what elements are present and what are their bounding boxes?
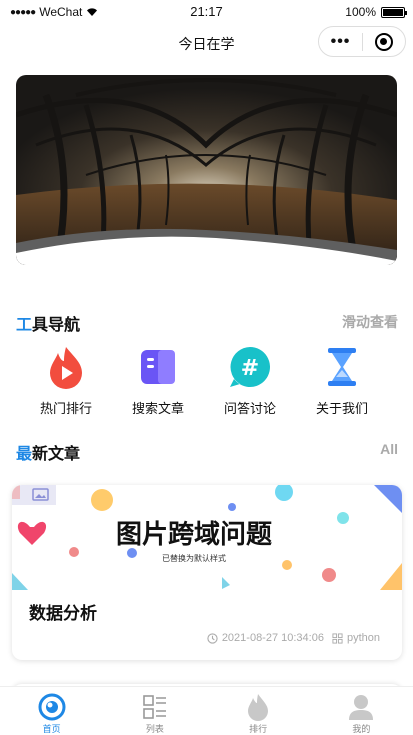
battery-percent: 100% [345,5,376,19]
target-icon [374,32,393,51]
status-bar: ●●●●● WeChat 21:17 100% [0,0,413,24]
hashtag-bubble-icon: # [228,345,272,389]
tool-label: 热门排行 [39,401,92,416]
tab-ranking[interactable]: 排行 [207,687,310,735]
tab-bar: 首页 列表 排行 我的 [0,686,413,735]
tool-label: 关于我们 [315,401,368,416]
article-tag: python [346,632,380,644]
articles-section-title: 最新文章 [16,446,81,463]
mini-program-capsule: ••• [318,26,406,57]
list-icon [103,693,206,721]
tab-label: 排行 [249,724,268,734]
tool-label: 问答讨论 [223,401,276,416]
article-card[interactable]: 图片跨域问题 已替换为默认样式 数据分析 2021-08-27 10:34:06… [12,485,402,660]
tool-qa-discussion[interactable]: # 问答讨论 [210,345,290,417]
svg-text:#: # [241,356,259,381]
tab-label: 首页 [42,724,61,734]
tab-list[interactable]: 列表 [103,687,206,735]
hourglass-icon [320,345,364,389]
banner-image[interactable] [16,75,397,265]
tool-navigation: 热门排行 搜索文章 # 问答讨论 关于我们 [16,345,397,420]
tab-home[interactable]: 首页 [0,687,103,735]
tool-about-us[interactable]: 关于我们 [302,345,382,417]
tools-section-title: 工具导航 [16,317,81,334]
cover-image-subtitle: 已替换为默认样式 [162,553,226,563]
article-datetime: 2021-08-27 10:34:06 [221,632,324,644]
navigation-bar: 今日在学 ••• [0,24,413,64]
close-mini-program-button[interactable] [363,32,405,51]
battery-icon [381,6,407,18]
clock-icon [207,632,218,644]
ellipsis-icon: ••• [330,32,351,50]
article-cover-image: 图片跨域问题 已替换为默认样式 [12,485,402,590]
book-icon [136,345,180,389]
forest-tunnel-photo [16,75,397,265]
article-meta: 2021-08-27 10:34:06 python [207,632,380,644]
user-icon [310,693,413,721]
tab-label: 列表 [145,724,164,734]
article-title: 数据分析 [29,604,97,623]
flame-play-icon [44,345,88,389]
flame-icon [207,693,310,721]
tool-hot-ranking[interactable]: 热门排行 [26,345,106,417]
all-articles-link[interactable]: All [380,441,398,457]
cover-image-title: 图片跨域问题 [116,520,272,550]
more-menu-button[interactable]: ••• [319,33,362,51]
tab-mine[interactable]: 我的 [310,687,413,735]
tool-label: 搜索文章 [131,401,184,416]
category-icon [332,632,343,644]
tool-search-articles[interactable]: 搜索文章 [118,345,198,417]
home-icon [0,693,103,721]
tab-label: 我的 [352,724,371,734]
swipe-to-view-link[interactable]: 滑动查看 [342,312,398,332]
